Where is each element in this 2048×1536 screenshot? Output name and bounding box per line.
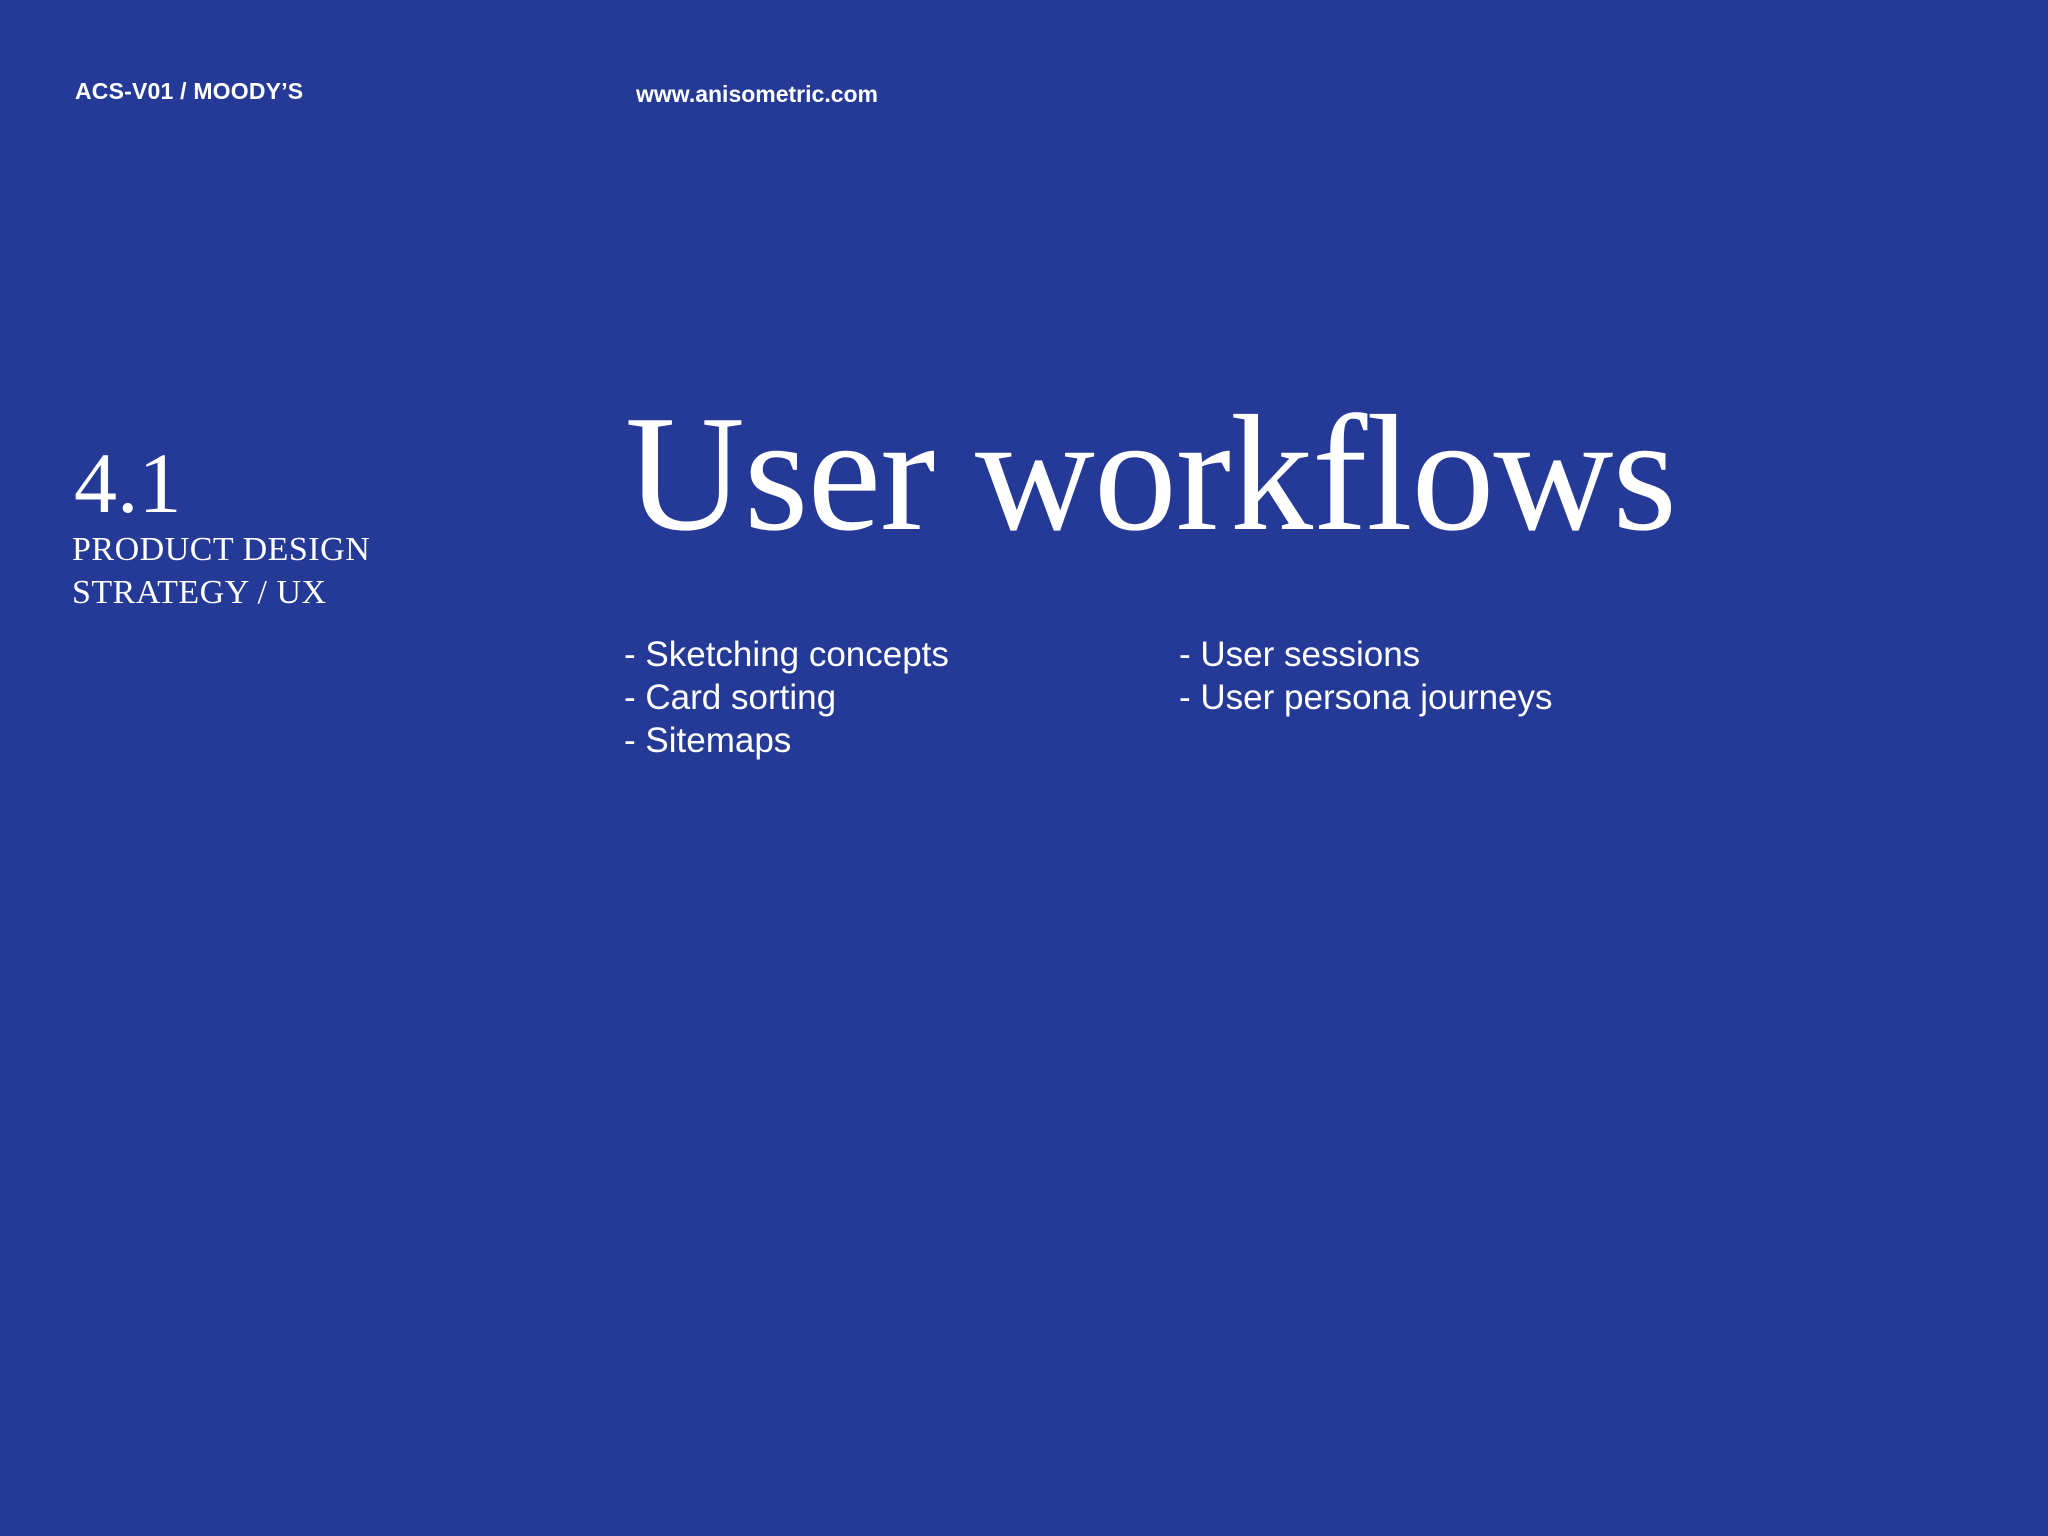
list-item: Sketching concepts <box>624 633 949 676</box>
section-category-line-2: STRATEGY / UX <box>72 574 327 611</box>
section-label: 4.1 PRODUCT DESIGN STRATEGY / UX <box>72 440 370 614</box>
section-category-line-1: PRODUCT DESIGN <box>72 531 371 568</box>
website-url: www.anisometric.com <box>636 81 878 107</box>
document-code: ACS-V01 / MOODY’S <box>75 78 304 104</box>
bullet-list-right: User sessions User persona journeys <box>1179 633 1553 719</box>
list-item: User sessions <box>1179 633 1553 676</box>
section-number: 4.1 <box>74 435 182 531</box>
list-item: Sitemaps <box>624 719 949 762</box>
page-title: User workflows <box>625 381 1677 565</box>
bullet-list-left: Sketching concepts Card sorting Sitemaps <box>624 633 949 762</box>
list-item: Card sorting <box>624 676 949 719</box>
list-item: User persona journeys <box>1179 676 1552 719</box>
